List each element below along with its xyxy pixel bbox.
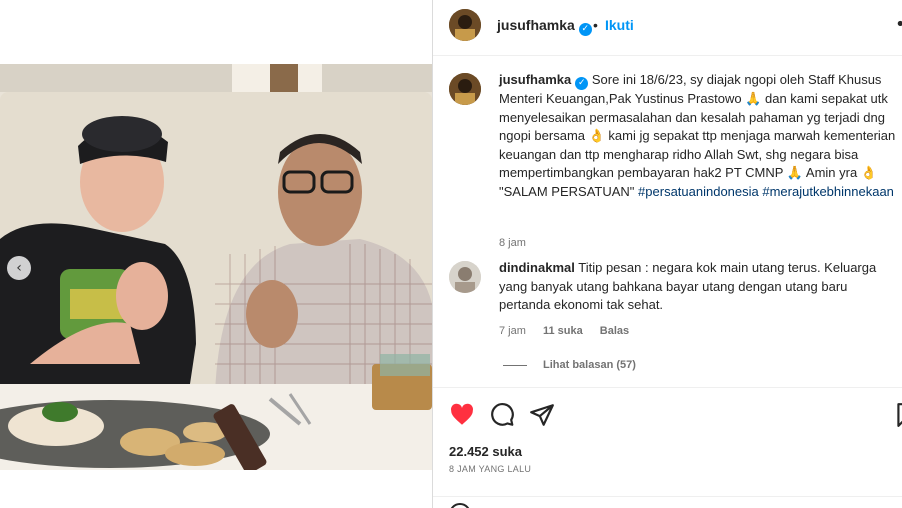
avatar-image — [449, 261, 481, 293]
view-replies-label: Lihat balasan (57) — [543, 359, 636, 371]
caption-username[interactable]: jusufhamka — [499, 72, 571, 87]
share-icon[interactable] — [529, 402, 555, 428]
caption-text: jusufhamka ✓ Sore ini 18/6/23, sy diajak … — [499, 71, 902, 201]
post-photo[interactable] — [0, 64, 432, 470]
add-comment-bar — [433, 496, 902, 508]
post-actions: 22.452 suka 8 JAM YANG LALU — [433, 387, 902, 508]
comment-text: dindinakmal Titip pesan : negara kok mai… — [499, 259, 889, 315]
carousel-prev-button[interactable]: ‹ — [7, 256, 31, 280]
view-replies-button[interactable]: Lihat balasan (57) — [503, 359, 636, 371]
verified-badge-icon: ✓ — [575, 77, 589, 90]
more-options-icon[interactable]: •• — [895, 14, 902, 35]
comment-username[interactable]: dindinakmal — [499, 260, 575, 275]
save-icon[interactable] — [893, 402, 902, 428]
comment-timestamp[interactable]: 7 jam — [499, 325, 526, 337]
verified-badge-icon: ✓ — [578, 23, 592, 36]
avatar-image — [449, 73, 481, 105]
like-count[interactable]: 22.452 suka — [449, 444, 522, 459]
post-side-panel: jusufhamka✓ • Ikuti •• jusufhamka✓ Sore … — [432, 0, 902, 508]
author-username[interactable]: jusufhamka ✓ — [497, 17, 592, 36]
caption-hashtags[interactable]: #persatuanindonesia #merajutkebhinnekaan — [638, 184, 894, 199]
emoji-icon[interactable] — [449, 503, 471, 508]
comment-icon[interactable] — [489, 402, 515, 428]
separator-dot: • — [593, 17, 598, 33]
avatar[interactable] — [449, 261, 481, 293]
caption-timestamp[interactable]: 8 jam — [499, 237, 526, 249]
avatar-image — [449, 9, 481, 41]
avatar[interactable] — [449, 9, 481, 41]
caption-body: Sore ini 18/6/23, sy diajak ngopi oleh S… — [499, 72, 896, 199]
photo-illustration — [0, 64, 432, 470]
comments-section[interactable]: jusufhamka ✓ Sore ini 18/6/23, sy diajak … — [433, 57, 902, 387]
post-header: jusufhamka✓ • Ikuti •• — [433, 0, 902, 56]
post-timestamp[interactable]: 8 JAM YANG LALU — [449, 464, 531, 474]
heart-icon[interactable] — [449, 402, 475, 428]
replies-divider — [503, 364, 527, 366]
comment-like-count[interactable]: 11 suka — [543, 325, 583, 337]
comment-meta: 7 jam 11 suka Balas — [499, 325, 643, 337]
chevron-left-icon: ‹ — [16, 260, 22, 276]
author-username-text[interactable]: jusufhamka — [497, 17, 575, 33]
follow-button[interactable]: Ikuti — [605, 17, 634, 33]
avatar[interactable] — [449, 73, 481, 105]
reply-button[interactable]: Balas — [600, 325, 629, 337]
post-media-pane: ‹ — [0, 0, 432, 508]
